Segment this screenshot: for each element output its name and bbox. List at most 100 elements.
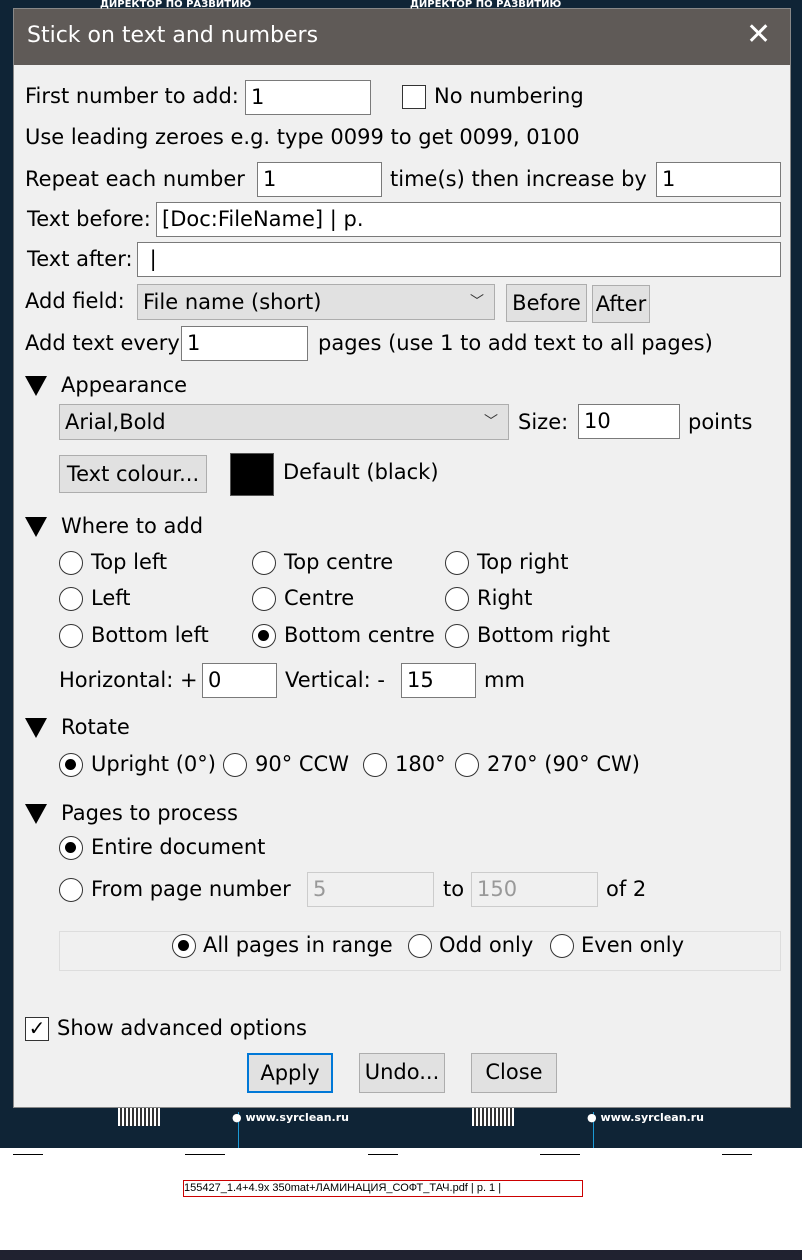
leading-zeroes-hint: Use leading zeroes e.g. type 0099 to get…: [25, 125, 580, 149]
from-page-radio[interactable]: [59, 878, 83, 902]
colour-label: Default (black): [283, 460, 439, 484]
increase-label: time(s) then increase by: [390, 167, 647, 191]
size-unit: points: [688, 410, 753, 434]
range-option-radio[interactable]: [172, 934, 196, 958]
font-select[interactable]: Arial,Bold ﹀: [59, 404, 509, 440]
vertical-label: Vertical: -: [285, 668, 385, 692]
collapse-triangle-icon[interactable]: [25, 718, 47, 738]
range-option-label: Even only: [581, 933, 685, 957]
vertical-input[interactable]: 15: [401, 663, 476, 698]
top-right-radio[interactable]: [445, 551, 469, 575]
size-label: Size:: [518, 410, 569, 434]
top-right-label: Top right: [477, 550, 569, 574]
page-area: [0, 1148, 802, 1250]
registration-mark: [540, 1154, 580, 1155]
to-label: to: [443, 877, 465, 901]
size-input[interactable]: 10: [578, 404, 680, 439]
rotate-option-label: 270° (90° CW): [487, 752, 640, 776]
title-bar: Stick on text and numbers ✕: [14, 9, 790, 65]
chevron-down-icon: ﹀: [484, 414, 498, 430]
of-pages-label: of 2: [606, 877, 647, 901]
colour-swatch[interactable]: [230, 453, 274, 496]
bg-text: ДИРЕКТОР ПО РАЗВИТИЮ: [100, 0, 252, 10]
text-before-input[interactable]: [Doc:FileName] | p.: [156, 202, 781, 237]
rotate-option-label: Upright (0°): [91, 752, 216, 776]
range-option-label: All pages in range: [203, 933, 393, 957]
rotate-option-radio[interactable]: [455, 753, 479, 777]
horizontal-input[interactable]: 0: [202, 663, 277, 698]
unit-label: mm: [484, 668, 525, 692]
from-page-input[interactable]: 5: [307, 872, 434, 907]
text-before-label: Text before:: [27, 207, 151, 231]
horizontal-label: Horizontal: +: [59, 668, 198, 692]
pages-heading: Pages to process: [61, 801, 238, 825]
site-text: ● www.syrclean.ru: [232, 1111, 349, 1124]
add-field-select[interactable]: File name (short) ﹀: [137, 284, 495, 320]
apply-button[interactable]: Apply: [247, 1053, 333, 1093]
rotate-option-radio[interactable]: [223, 753, 247, 777]
top-left-radio[interactable]: [59, 551, 83, 575]
range-option-radio[interactable]: [550, 934, 574, 958]
centre-radio[interactable]: [252, 587, 276, 611]
bottom-right-radio[interactable]: [445, 624, 469, 648]
no-numbering-checkbox[interactable]: [402, 85, 426, 109]
chevron-down-icon: ﹀: [470, 294, 484, 310]
entire-document-radio[interactable]: [59, 836, 83, 860]
top-centre-radio[interactable]: [252, 551, 276, 575]
crop-mark: [13, 1154, 43, 1155]
close-icon[interactable]: ✕: [746, 17, 771, 52]
registration-mark: [185, 1154, 225, 1155]
site-text: ● www.syrclean.ru: [587, 1111, 704, 1124]
text-colour-button[interactable]: Text colour...: [59, 455, 207, 493]
rotate-option-radio[interactable]: [363, 753, 387, 777]
crop-mark: [368, 1154, 398, 1155]
right-radio[interactable]: [445, 587, 469, 611]
bottom-left-label: Bottom left: [91, 623, 209, 647]
bottom-centre-label: Bottom centre: [284, 623, 435, 647]
close-button[interactable]: Close: [471, 1053, 557, 1093]
after-button[interactable]: After: [592, 285, 650, 323]
bottom-left-radio[interactable]: [59, 624, 83, 648]
rotate-option-radio[interactable]: [59, 753, 83, 777]
dialog-title: Stick on text and numbers: [27, 23, 319, 48]
entire-document-label: Entire document: [91, 835, 266, 859]
centre-label: Centre: [284, 586, 355, 610]
from-page-label: From page number: [91, 877, 291, 901]
text-after-input[interactable]: |: [137, 242, 781, 277]
qr-code: [472, 1108, 514, 1126]
rotate-option-label: 180°: [395, 752, 446, 776]
before-button[interactable]: Before: [506, 284, 587, 322]
where-heading: Where to add: [61, 514, 204, 538]
crop-mark: [722, 1154, 752, 1155]
site-url: www.syrclean.ru: [600, 1111, 704, 1124]
rotate-option-label: 90° CCW: [255, 752, 349, 776]
right-label: Right: [477, 586, 533, 610]
bottom-right-label: Bottom right: [477, 623, 611, 647]
font-value: Arial,Bold: [65, 410, 166, 434]
top-left-label: Top left: [91, 550, 168, 574]
show-advanced-checkbox[interactable]: ✓: [25, 1017, 49, 1041]
text-after-label: Text after:: [27, 247, 133, 271]
collapse-triangle-icon[interactable]: [25, 517, 47, 537]
undo-button[interactable]: Undo...: [359, 1053, 445, 1093]
top-centre-label: Top centre: [284, 550, 394, 574]
collapse-triangle-icon[interactable]: [25, 376, 47, 396]
increase-input[interactable]: 1: [656, 162, 781, 197]
every-suffix: pages (use 1 to add text to all pages): [318, 331, 713, 355]
bottom-centre-radio[interactable]: [252, 624, 276, 648]
range-option-radio[interactable]: [408, 934, 432, 958]
range-option-label: Odd only: [439, 933, 534, 957]
first-number-input[interactable]: 1: [245, 80, 371, 115]
bottom-bar: [0, 1250, 802, 1260]
to-page-input[interactable]: 150: [471, 872, 598, 907]
every-input[interactable]: 1: [181, 326, 308, 361]
every-label: Add text every: [25, 331, 180, 355]
left-radio[interactable]: [59, 587, 83, 611]
no-numbering-label: No numbering: [434, 84, 584, 108]
add-field-label: Add field:: [25, 289, 125, 313]
collapse-triangle-icon[interactable]: [25, 804, 47, 824]
qr-code: [118, 1108, 160, 1126]
add-field-value: File name (short): [143, 290, 322, 314]
repeat-input[interactable]: 1: [257, 162, 382, 197]
appearance-heading: Appearance: [61, 373, 188, 397]
